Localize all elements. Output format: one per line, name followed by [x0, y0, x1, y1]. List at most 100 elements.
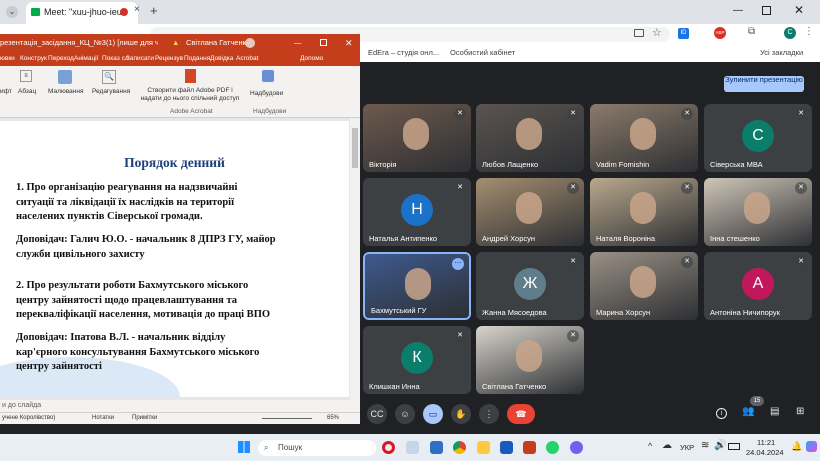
tray-cloud-icon[interactable]: ☁ — [662, 440, 672, 451]
participant-tile[interactable]: Н ✕ Наталья Антипенко — [363, 178, 471, 246]
participant-tile[interactable]: Ж ✕ Жанна Мясоедова — [476, 252, 584, 320]
paragraph-group-label[interactable]: Абзац — [18, 88, 36, 95]
ppt-tab-2[interactable]: Переход — [48, 55, 74, 62]
language-status[interactable]: учене Королівство) — [2, 415, 55, 421]
opera-icon[interactable] — [382, 441, 395, 454]
tab-close-icon[interactable]: × — [134, 4, 140, 15]
extension-icon[interactable]: ID — [678, 28, 689, 39]
ppt-user-name[interactable]: Світлана Гатченко — [186, 34, 250, 52]
info-icon[interactable]: i — [716, 408, 727, 419]
bookmark-edera[interactable]: EdEra – студія онл... — [368, 48, 439, 57]
paragraph-icon[interactable]: ≡ — [20, 70, 32, 82]
participant-face — [516, 340, 542, 372]
maximize-window-icon[interactable] — [762, 6, 771, 15]
present-screen-button[interactable]: ▭ — [423, 404, 443, 424]
slide-scrollbar[interactable] — [350, 118, 360, 400]
ppt-close-icon[interactable]: ✕ — [345, 34, 353, 52]
participant-tile[interactable]: К ✕ Клишкан Инна — [363, 326, 471, 394]
powerpoint-taskbar-icon[interactable] — [523, 441, 536, 454]
editing-group-label[interactable]: Редагування — [92, 88, 130, 95]
ppt-minimize-icon[interactable]: — — [294, 34, 302, 52]
activities-icon[interactable]: ⊞ — [796, 406, 804, 417]
clock-time[interactable]: 11:21 — [757, 438, 775, 447]
chrome-taskbar-icon[interactable] — [453, 441, 466, 454]
tab-search-icon[interactable]: ⌄ — [6, 6, 18, 18]
abp-extension-icon[interactable]: ABP — [714, 27, 726, 39]
word-icon[interactable] — [500, 441, 513, 454]
participant-tile[interactable]: ✕ Інна стешенко — [704, 178, 812, 246]
notifications-icon[interactable]: 🔔 — [791, 441, 802, 452]
volume-icon[interactable]: 🔊 — [714, 440, 726, 451]
whatsapp-icon[interactable] — [546, 441, 559, 454]
editing-icon[interactable]: 🔍 — [102, 70, 116, 84]
more-options-button[interactable]: ⋮ — [479, 404, 499, 424]
cast-icon[interactable] — [634, 29, 644, 37]
bookmark-cabinet[interactable]: Особистий кабінет — [450, 48, 515, 57]
tray-arrow-icon[interactable]: ^ — [648, 441, 652, 451]
profile-avatar[interactable]: C — [784, 27, 796, 39]
participant-tile[interactable]: ✕ Наталя Вороніна — [590, 178, 698, 246]
scroll-thumb[interactable] — [352, 128, 358, 168]
addins-button[interactable]: Надбудови — [250, 90, 283, 97]
ppt-tab-6[interactable]: Рецензув — [155, 55, 183, 62]
battery-icon[interactable] — [728, 443, 740, 450]
ppt-tab-3[interactable]: Анімації — [74, 55, 98, 62]
wifi-icon[interactable]: ≋ — [701, 440, 709, 451]
new-tab-button[interactable]: + — [150, 3, 158, 18]
acrobat-pdf-icon[interactable] — [185, 69, 196, 83]
slide[interactable]: Порядок денний 1. Про організацію реагув… — [0, 121, 349, 397]
stop-presenting-button[interactable]: Зупинити презентацію — [724, 76, 804, 92]
input-language[interactable]: УКР — [680, 443, 694, 452]
minimize-window-icon[interactable]: — — [733, 5, 743, 16]
emoji-button[interactable]: ☺ — [395, 404, 415, 424]
notes-pane[interactable]: и до слайда — [0, 400, 360, 412]
ppt-tab-0[interactable]: ювки — [0, 55, 15, 62]
ppt-tab-10[interactable]: Допомо — [300, 55, 323, 62]
bookmark-star-icon[interactable]: ☆ — [652, 26, 662, 39]
notes-button[interactable]: Нотатки — [92, 415, 114, 421]
ppt-tab-8[interactable]: Довідка — [210, 55, 233, 62]
ppt-tab-5[interactable]: Записати — [126, 55, 154, 62]
participant-tile[interactable]: ✕ Світлана Гатченко — [476, 326, 584, 394]
taskbar-search[interactable]: ⌕ Пошук — [258, 440, 376, 456]
comments-button[interactable]: Примітки — [132, 415, 157, 421]
participant-tile[interactable]: ✕ Марина Хорсун — [590, 252, 698, 320]
explorer-icon[interactable] — [406, 441, 419, 454]
viber-icon[interactable] — [570, 441, 583, 454]
addins-icon[interactable] — [262, 70, 274, 82]
user-avatar[interactable] — [245, 38, 255, 48]
mail-icon[interactable] — [430, 441, 443, 454]
captions-button[interactable]: CC — [367, 404, 387, 424]
raise-hand-button[interactable]: ✋ — [451, 404, 471, 424]
drawing-group-label[interactable]: Малювання — [48, 88, 83, 95]
people-icon[interactable]: 👥 — [742, 406, 754, 417]
files-icon[interactable] — [477, 441, 490, 454]
leave-call-button[interactable]: ☎ — [507, 404, 535, 424]
participant-tile[interactable]: А ✕ Антоніна Ничипорук — [704, 252, 812, 320]
drawing-icon[interactable] — [58, 70, 72, 84]
ppt-tab-9[interactable]: Acrobat — [236, 55, 258, 62]
clock-date[interactable]: 24.04.2024 — [746, 448, 784, 457]
ppt-maximize-icon[interactable] — [320, 39, 327, 46]
participant-tile[interactable]: ✕ Андрей Хорсун — [476, 178, 584, 246]
zoom-level[interactable]: 65% — [327, 415, 339, 421]
participant-tile[interactable]: ✕ Вікторія — [363, 104, 471, 172]
extensions-puzzle-icon[interactable]: ⧉ — [748, 26, 755, 37]
ppt-tab-7[interactable]: Подання — [184, 55, 210, 62]
chrome-menu-icon[interactable]: ⋮ — [804, 26, 814, 37]
start-button-icon[interactable] — [238, 441, 250, 453]
participant-tile[interactable]: ⋯ Бахмутський ГУ — [363, 252, 471, 320]
close-window-icon[interactable]: ✕ — [794, 3, 804, 17]
participant-name: Клишкан Инна — [369, 382, 420, 391]
all-bookmarks[interactable]: Усі закладки — [760, 48, 803, 57]
create-pdf-button[interactable]: Створити файл Adobe PDF і надати до ньог… — [140, 87, 240, 103]
zoom-slider[interactable] — [262, 418, 312, 419]
chat-icon[interactable]: ▤ — [770, 406, 779, 417]
ppt-tab-1[interactable]: Конструк — [20, 55, 47, 62]
copilot-icon[interactable] — [806, 441, 817, 452]
participant-tile[interactable]: ✕ Vadim Fomishin — [590, 104, 698, 172]
participant-tile[interactable]: ✕ Любов Лащенко — [476, 104, 584, 172]
ppt-tab-4[interactable]: Показ сл — [102, 55, 129, 62]
participant-tile[interactable]: С ✕ Сіверська МВА — [704, 104, 812, 172]
tile-more-icon[interactable]: ⋯ — [452, 258, 464, 270]
